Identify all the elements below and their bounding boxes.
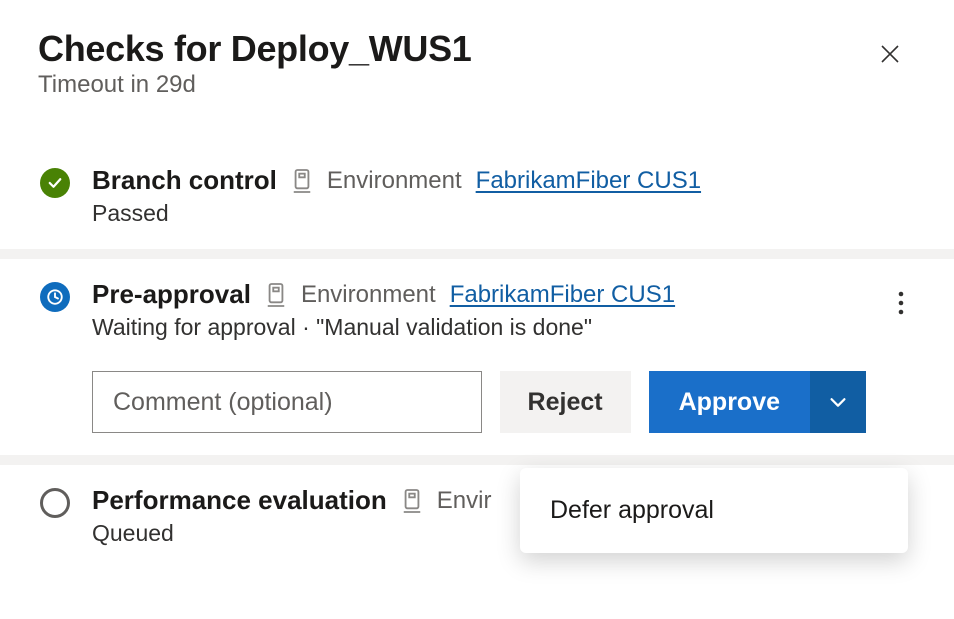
environment-label: Environment bbox=[327, 167, 462, 195]
environment-link[interactable]: FabrikamFiber CUS1 bbox=[476, 167, 701, 195]
status-success-icon bbox=[40, 168, 70, 198]
close-button[interactable] bbox=[868, 36, 912, 78]
header-text: Checks for Deploy_WUS1 Timeout in 29d bbox=[38, 28, 868, 99]
close-icon bbox=[878, 42, 902, 66]
panel-header: Checks for Deploy_WUS1 Timeout in 29d bbox=[0, 0, 954, 115]
more-vertical-icon bbox=[898, 291, 904, 315]
divider bbox=[0, 249, 954, 259]
divider bbox=[0, 455, 954, 465]
comment-input[interactable] bbox=[92, 371, 482, 433]
more-options-button[interactable] bbox=[892, 285, 910, 326]
status-queued-icon bbox=[40, 488, 70, 518]
check-status-text: Waiting for approval · "Manual validatio… bbox=[92, 314, 866, 341]
check-status-text: Passed bbox=[92, 200, 916, 227]
checks-panel: { "header": { "title": "Checks for Deplo… bbox=[0, 0, 954, 619]
environment-icon bbox=[401, 488, 423, 514]
approve-split-button: Approve bbox=[649, 371, 866, 433]
approval-action-row: Reject Approve bbox=[92, 371, 866, 433]
panel-title: Checks for Deploy_WUS1 bbox=[38, 28, 868, 69]
environment-label: Environment bbox=[301, 281, 436, 309]
check-item: Pre-approval Environment FabrikamFiber C… bbox=[0, 259, 954, 455]
check-name: Pre-approval bbox=[92, 279, 251, 310]
approve-button[interactable]: Approve bbox=[649, 371, 810, 433]
check-name: Performance evaluation bbox=[92, 485, 387, 516]
panel-subtitle: Timeout in 29d bbox=[38, 71, 868, 99]
check-item: Branch control Environment FabrikamFiber… bbox=[0, 145, 954, 249]
environment-link[interactable]: FabrikamFiber CUS1 bbox=[450, 281, 675, 309]
environment-icon bbox=[291, 168, 313, 194]
environment-label: Envir bbox=[437, 487, 492, 515]
approve-dropdown-toggle[interactable] bbox=[810, 371, 866, 433]
status-waiting-icon bbox=[40, 282, 70, 312]
defer-approval-item[interactable]: Defer approval bbox=[520, 488, 908, 533]
chevron-down-icon bbox=[827, 391, 849, 413]
reject-button[interactable]: Reject bbox=[500, 371, 631, 433]
check-name: Branch control bbox=[92, 165, 277, 196]
environment-icon bbox=[265, 282, 287, 308]
approve-dropdown-menu: Defer approval bbox=[520, 468, 908, 553]
